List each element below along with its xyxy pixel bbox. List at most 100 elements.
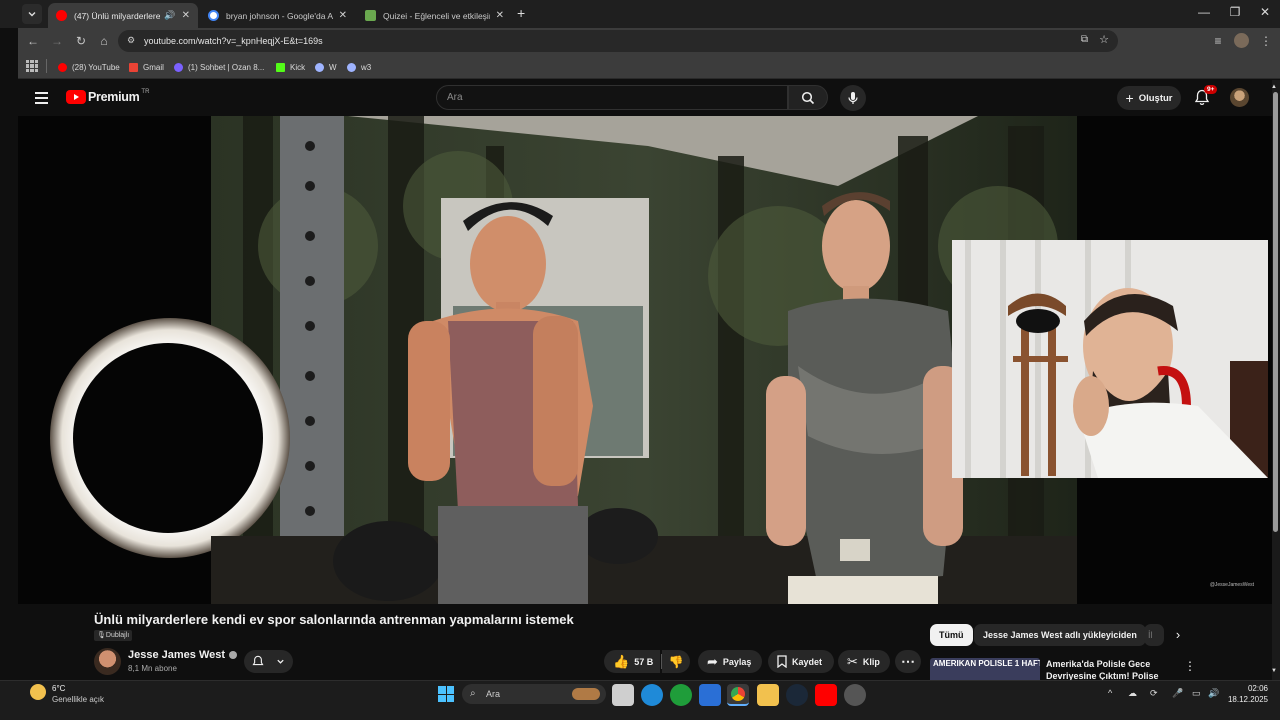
tab-google[interactable]: bryan johnson - Google'da Ara ✕: [200, 3, 355, 28]
weather-icon[interactable]: [30, 684, 46, 700]
logo-text: Premium: [88, 90, 140, 104]
next-video-thumbnail[interactable]: AMERIKAN POLISLE 1 HAFTA: [930, 658, 1040, 680]
share-icon: ➦: [707, 653, 718, 669]
clock-date[interactable]: 18.12.2025: [1226, 695, 1268, 704]
next-video-menu-icon[interactable]: ⋮: [1184, 659, 1196, 673]
account-avatar[interactable]: [1230, 88, 1249, 107]
edge-icon[interactable]: [641, 684, 663, 706]
youtube-logo[interactable]: Premium TR: [66, 89, 149, 104]
youtube-app-icon[interactable]: [815, 684, 837, 706]
restore-icon[interactable]: ❐: [1228, 5, 1242, 19]
reload-icon[interactable]: ↻: [74, 34, 88, 48]
chrome-icon: [731, 687, 745, 701]
taskbar-search[interactable]: ⌕ Ara: [462, 684, 606, 704]
tab-title: bryan johnson - Google'da Ara: [226, 10, 333, 21]
channel-avatar[interactable]: [94, 648, 121, 675]
app-icon[interactable]: [844, 684, 866, 706]
steam-icon[interactable]: [786, 684, 808, 706]
clip-button[interactable]: ✂ Klip: [838, 650, 890, 673]
chip-related[interactable]: İl: [1144, 624, 1164, 646]
sync-icon[interactable]: ⟳: [1150, 688, 1158, 699]
search-button[interactable]: [788, 85, 828, 110]
create-button[interactable]: + Oluştur: [1117, 86, 1181, 110]
mic-tray-icon[interactable]: 🎤: [1172, 688, 1183, 699]
scrollbar-thumb[interactable]: [1273, 92, 1278, 532]
channel-name[interactable]: Jesse James West: [128, 649, 225, 661]
channel-name-row[interactable]: Jesse James West: [128, 649, 238, 661]
close-window-icon[interactable]: ✕: [1258, 5, 1272, 19]
video-player[interactable]: @JesseJamesWest: [18, 116, 1272, 604]
bookmark-kick[interactable]: Kick: [276, 60, 305, 74]
windows-start-icon[interactable]: [438, 686, 454, 702]
minimize-icon[interactable]: —: [1197, 5, 1211, 19]
bookmark-gmail[interactable]: Gmail: [129, 60, 164, 74]
task-view-icon[interactable]: [612, 684, 634, 706]
close-tab-icon[interactable]: ✕: [182, 10, 190, 21]
subscription-bell-button[interactable]: [244, 650, 293, 673]
xbox-icon[interactable]: [670, 684, 692, 706]
clock-time[interactable]: 02:06: [1236, 684, 1268, 693]
like-button[interactable]: 👍 57 B: [604, 650, 660, 673]
close-tab-icon[interactable]: ✕: [496, 10, 504, 21]
twitch-icon: [174, 62, 183, 72]
tab-search-button[interactable]: [22, 4, 42, 24]
save-button[interactable]: Kaydet: [768, 650, 834, 673]
address-bar[interactable]: ⚙ youtube.com/watch?v=_kpnHeqjX-E&t=169s…: [118, 30, 1118, 52]
mail-icon[interactable]: [699, 684, 721, 706]
hamburger-menu-icon[interactable]: [35, 92, 48, 104]
tray-chevron-icon[interactable]: ^: [1108, 688, 1112, 698]
like-count: 57 B: [634, 656, 654, 667]
channel-watermark: @JesseJamesWest: [1210, 582, 1255, 588]
scroll-down-icon[interactable]: ▼: [1271, 668, 1277, 674]
speaker-icon[interactable]: 🔊: [164, 10, 175, 21]
profile-avatar[interactable]: [1234, 33, 1249, 48]
bookmark-label: W: [329, 62, 337, 72]
home-icon[interactable]: ⌂: [97, 34, 111, 48]
close-tab-icon[interactable]: ✕: [339, 10, 347, 21]
tab-title: (47) Ünlü milyarderlere kendi: [74, 10, 161, 21]
chevron-down-icon: [277, 659, 284, 664]
youtube-icon: [58, 62, 67, 72]
chips-next-icon[interactable]: ›: [1166, 625, 1190, 645]
dislike-button[interactable]: 👎: [662, 650, 690, 673]
bookmark-star-icon[interactable]: ☆: [1099, 33, 1109, 46]
bell-icon: [252, 655, 264, 666]
new-tab-button[interactable]: +: [517, 5, 525, 21]
install-icon[interactable]: ⧉: [1081, 34, 1088, 45]
voice-search-button[interactable]: [840, 85, 866, 111]
next-video-title[interactable]: Amerika'da Polisle Gece Devriyesine Çıkt…: [1046, 658, 1176, 680]
search-input[interactable]: Ara: [436, 85, 788, 110]
menu-icon[interactable]: ⋮: [1259, 34, 1273, 48]
browser-tab-strip: (47) Ünlü milyarderlere kendi 🔊 ✕ bryan …: [0, 0, 1280, 28]
site-info-icon[interactable]: ⚙: [127, 35, 135, 46]
plus-icon: +: [1125, 90, 1134, 106]
volume-icon[interactable]: 🔊: [1208, 688, 1219, 699]
bookmark-youtube[interactable]: (28) YouTube: [58, 60, 120, 74]
file-explorer-icon[interactable]: [757, 684, 779, 706]
more-actions-button[interactable]: ⋯: [895, 650, 921, 673]
tab-youtube[interactable]: (47) Ünlü milyarderlere kendi 🔊 ✕: [48, 3, 198, 28]
notifications-button[interactable]: 9+: [1194, 85, 1218, 106]
chip-all[interactable]: Tümü: [930, 624, 973, 646]
video-title: Ünlü milyarderlere kendi ev spor salonla…: [94, 612, 574, 627]
chip-from-uploader[interactable]: Jesse James West adlı yükleyiciden: [974, 624, 1146, 646]
create-label: Oluştur: [1138, 92, 1173, 104]
weather-temp[interactable]: 6°C: [52, 684, 65, 693]
bookmark-sohbet[interactable]: (1) Sohbet | Ozan 8...: [174, 60, 264, 74]
share-button[interactable]: ➦ Paylaş: [698, 650, 762, 673]
thumbs-up-icon: 👍: [613, 653, 630, 669]
clip-label: Klip: [862, 656, 880, 667]
scroll-up-icon[interactable]: ▲: [1271, 84, 1277, 90]
subscriber-count: 8,1 Mn abone: [128, 664, 177, 673]
chrome-taskbar-button[interactable]: [727, 684, 749, 706]
forward-icon[interactable]: →: [50, 34, 64, 48]
bookmark-w[interactable]: W: [315, 60, 337, 74]
onedrive-icon[interactable]: ☁: [1128, 688, 1137, 699]
tab-quizei[interactable]: Quizei - Eğlenceli ve etkileşimli ✕: [357, 3, 512, 28]
display-icon[interactable]: ▭: [1192, 688, 1201, 699]
media-controls-icon[interactable]: ≡: [1211, 34, 1225, 48]
bookmark-w3[interactable]: w3: [347, 60, 371, 74]
apps-grid-icon[interactable]: [26, 60, 38, 72]
back-icon[interactable]: ←: [26, 34, 40, 48]
weather-desc[interactable]: Genellikle açık: [52, 695, 104, 704]
